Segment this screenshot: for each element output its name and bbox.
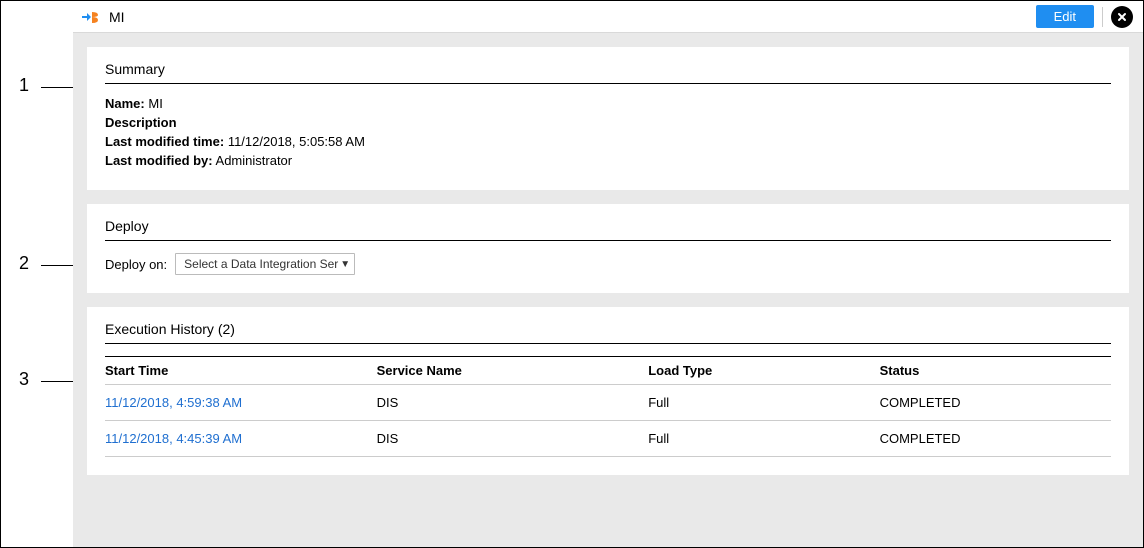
execution-load-type: Full	[648, 385, 879, 421]
callout-2: 2	[19, 253, 29, 274]
summary-description-label: Description	[105, 115, 177, 130]
summary-name-label: Name:	[105, 96, 145, 111]
execution-history-table: Start Time Service Name Load Type Status…	[105, 356, 1111, 457]
chevron-down-icon: ▼	[340, 259, 350, 270]
execution-service-name: DIS	[377, 421, 649, 457]
titlebar: MI Edit	[73, 1, 1143, 33]
col-load-type: Load Type	[648, 357, 879, 385]
summary-modified-time-value: 11/12/2018, 5:05:58 AM	[228, 134, 365, 149]
deploy-panel: Deploy Deploy on: Select a Data Integrat…	[87, 204, 1129, 293]
execution-load-type: Full	[648, 421, 879, 457]
deploy-service-select-value: Select a Data Integration Ser	[184, 257, 338, 271]
execution-start-time-link[interactable]: 11/12/2018, 4:59:38 AM	[105, 385, 377, 421]
close-button[interactable]	[1111, 6, 1133, 28]
execution-start-time-link[interactable]: 11/12/2018, 4:45:39 AM	[105, 421, 377, 457]
divider	[1102, 7, 1103, 27]
table-row: 11/12/2018, 4:45:39 AMDISFullCOMPLETED	[105, 421, 1111, 457]
execution-status: COMPLETED	[880, 421, 1111, 457]
callout-3: 3	[19, 369, 29, 390]
execution-history-panel: Execution History (2) Start Time Service…	[87, 307, 1129, 475]
summary-panel: Summary Name: MI Description Last modifi…	[87, 47, 1129, 190]
col-start-time: Start Time	[105, 357, 377, 385]
callout-1: 1	[19, 75, 29, 96]
table-row: 11/12/2018, 4:59:38 AMDISFullCOMPLETED	[105, 385, 1111, 421]
col-status: Status	[880, 357, 1111, 385]
execution-status: COMPLETED	[880, 385, 1111, 421]
execution-history-heading: Execution History (2)	[105, 321, 1111, 344]
mass-ingestion-icon	[81, 9, 101, 25]
summary-modified-time-label: Last modified time:	[105, 134, 224, 149]
summary-modified-by-value: Administrator	[216, 153, 293, 168]
close-icon	[1116, 11, 1128, 23]
deploy-on-label: Deploy on:	[105, 257, 167, 272]
page-title: MI	[109, 9, 125, 25]
edit-button[interactable]: Edit	[1036, 5, 1094, 28]
execution-service-name: DIS	[377, 385, 649, 421]
deploy-service-select[interactable]: Select a Data Integration Ser ▼	[175, 253, 355, 275]
col-service-name: Service Name	[377, 357, 649, 385]
summary-name-value: MI	[148, 96, 162, 111]
summary-heading: Summary	[105, 61, 1111, 84]
summary-modified-by-label: Last modified by:	[105, 153, 213, 168]
deploy-heading: Deploy	[105, 218, 1111, 241]
